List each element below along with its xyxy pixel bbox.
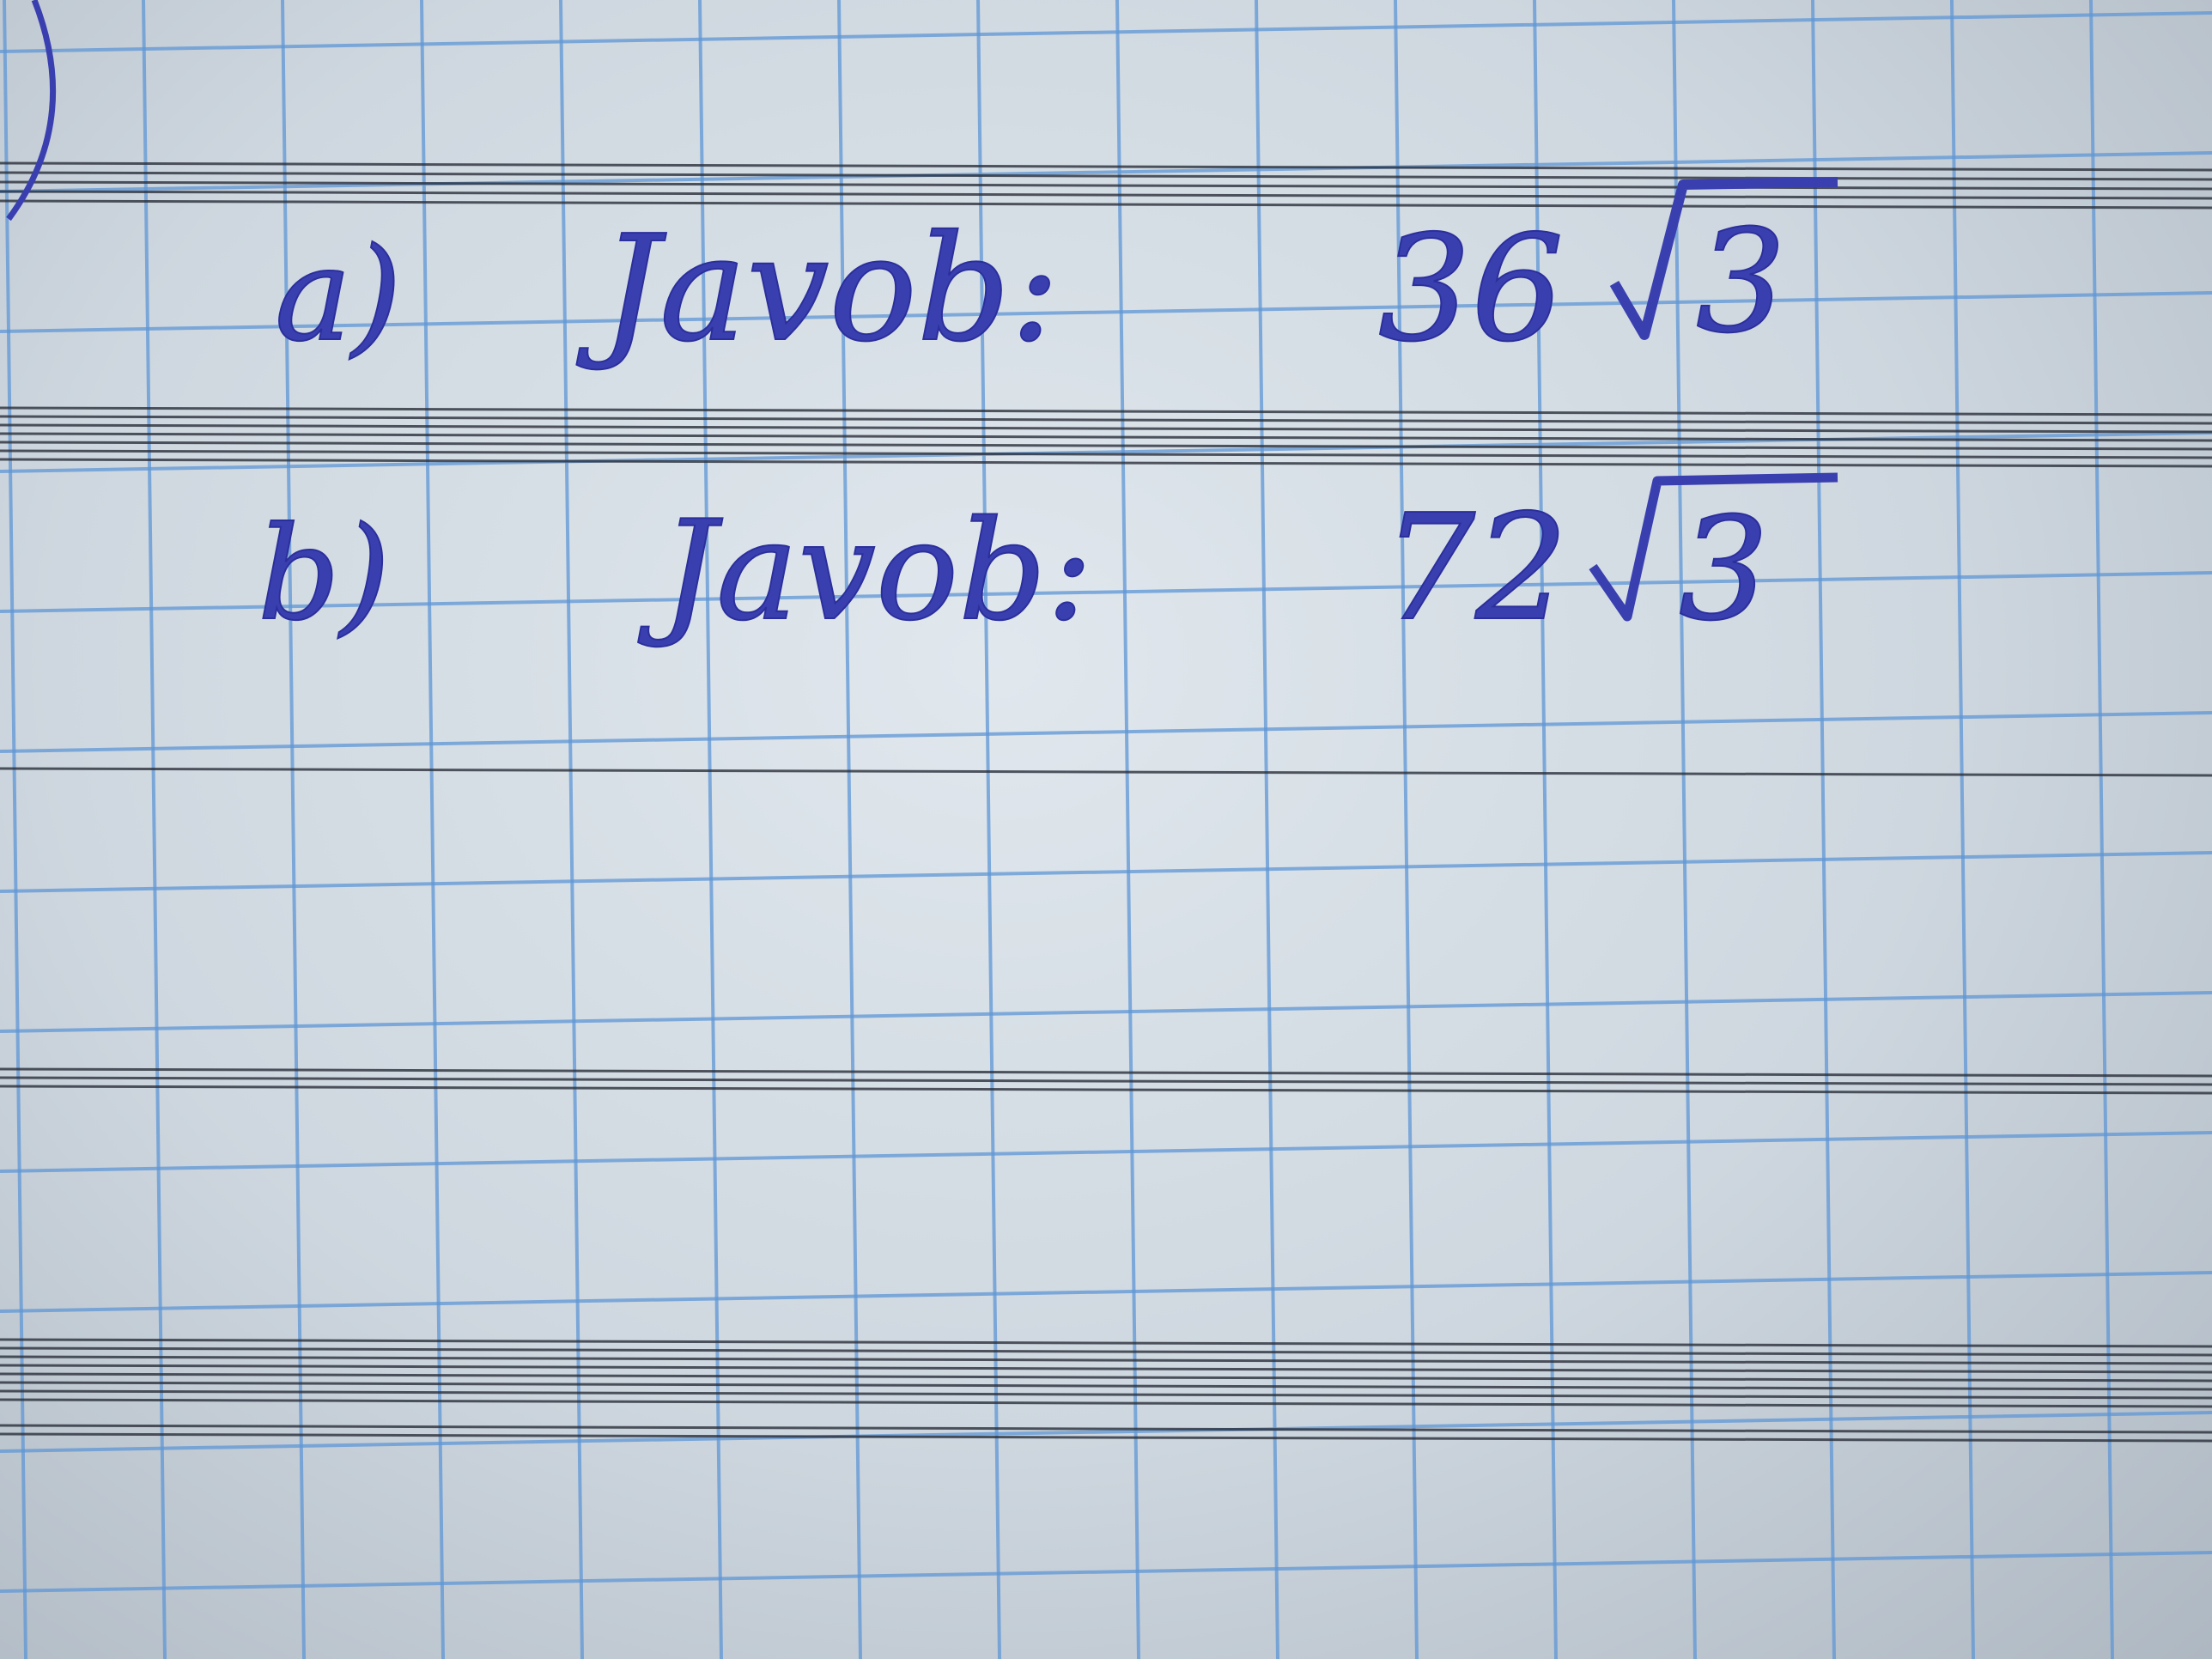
line-b-radicand: 3 [1679,487,1769,652]
ruled-line [0,1432,2212,1443]
grid-vertical-line [1811,0,1836,1659]
answer-line-a: a) Javob: 36 3 [274,177,1838,375]
line-a-label: a) [275,221,402,370]
ruled-line [0,199,2212,210]
grid-horizontal-line [0,1131,2212,1173]
pen-stroke [6,0,57,222]
grid-vertical-line [1255,0,1279,1659]
ruled-line [0,767,2212,777]
grid-vertical-line [3,0,27,1659]
line-a-radicand: 3 [1696,199,1786,364]
grid-vertical-line [1950,0,1975,1659]
grid-vertical-line [1115,0,1140,1659]
grid-horizontal-line [0,1551,2212,1593]
grid-vertical-line [142,0,167,1659]
grid-vertical-line [559,0,584,1659]
ruled-line [0,1355,2212,1365]
grid-paper: a) Javob: 36 3 b) Javob: 72 3 [0,0,2212,1659]
notebook-page: a) Javob: 36 3 b) Javob: 72 3 [0,0,2212,1659]
ruled-line [0,1338,2212,1348]
ruled-line [0,1398,2212,1408]
line-b-label: b) [258,500,391,649]
line-b-number: 72 [1382,483,1568,653]
ruled-line [0,1076,2212,1086]
grid-horizontal-line [0,11,2212,53]
ruled-line [0,406,2212,416]
ruled-line [0,1381,2212,1391]
ruled-line [0,1389,2212,1400]
ruled-line [0,423,2212,434]
line-a-word: Javob: [576,204,1060,374]
grid-horizontal-line [0,991,2212,1033]
grid-vertical-line [1672,0,1697,1659]
line-a-number: 36 [1378,204,1564,374]
ruled-line [0,1364,2212,1374]
ruled-line [0,1085,2212,1095]
grid-vertical-line [420,0,445,1659]
grid-vertical-line [2089,0,2114,1659]
ruled-line [0,190,2212,200]
ruled-line [0,1372,2212,1382]
grid-horizontal-line [0,851,2212,893]
answer-line-b: b) Javob: 72 3 [257,472,1838,654]
line-b-word: Javob: [638,490,1093,651]
grid-horizontal-line [0,1271,2212,1313]
grid-horizontal-line [0,711,2212,753]
ruled-line [0,1346,2212,1357]
ruled-line [0,161,2212,172]
ruled-line [0,441,2212,451]
ruled-line [0,1067,2212,1078]
ruled-line [0,415,2212,425]
